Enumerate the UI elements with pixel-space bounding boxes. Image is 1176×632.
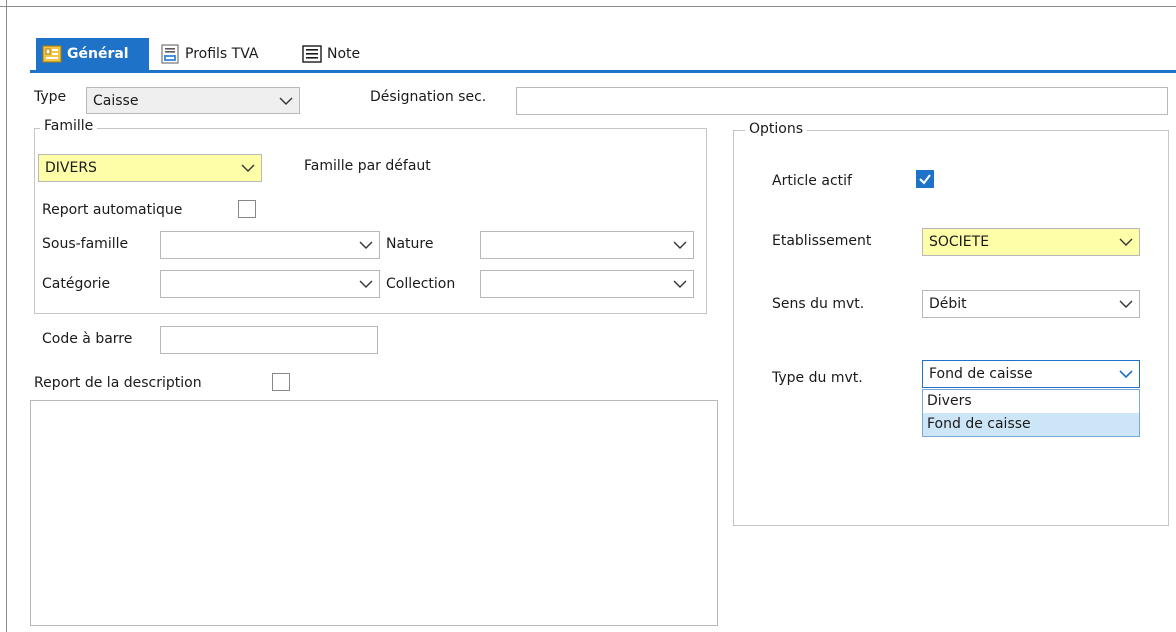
tab-bar: Général Profils TVA Note <box>30 38 1176 70</box>
sens-mvt-combobox[interactable]: Débit <box>922 290 1140 318</box>
collection-label: Collection <box>386 276 456 292</box>
type-combobox[interactable]: Caisse <box>86 87 300 114</box>
article-actif-checkbox[interactable] <box>916 170 934 188</box>
designation-label: Désignation sec. <box>370 89 487 105</box>
type-mvt-value: Fond de caisse <box>929 366 1033 382</box>
chevron-down-icon <box>353 232 379 258</box>
report-description-checkbox[interactable] <box>272 373 290 391</box>
options-group-title: Options <box>745 121 808 137</box>
chevron-down-icon <box>273 88 299 113</box>
tab-profils-tva-label: Profils TVA <box>185 46 259 62</box>
sous-famille-label: Sous-famille <box>42 236 129 252</box>
checkmark-icon <box>917 174 933 191</box>
chevron-down-icon <box>667 271 693 297</box>
type-mvt-label: Type du mvt. <box>772 370 863 386</box>
categorie-combobox[interactable] <box>160 270 380 298</box>
dropdown-option-divers[interactable]: Divers <box>923 390 1139 413</box>
type-mvt-dropdown-list: Divers Fond de caisse <box>922 389 1140 437</box>
chevron-down-icon <box>235 155 261 181</box>
designation-input[interactable] <box>516 87 1168 115</box>
tab-general-label: Général <box>67 46 129 62</box>
type-value: Caisse <box>93 92 139 109</box>
famille-par-defaut-label: Famille par défaut <box>304 158 431 174</box>
tab-note-label: Note <box>327 46 361 62</box>
report-description-label: Report de la description <box>34 375 202 391</box>
famille-group-title: Famille <box>40 118 98 134</box>
report-automatique-label: Report automatique <box>42 202 183 218</box>
description-textarea[interactable] <box>30 400 718 626</box>
options-group <box>733 130 1169 526</box>
tab-underline <box>30 70 1176 73</box>
chevron-down-icon <box>1113 361 1139 387</box>
tva-document-icon <box>160 44 180 64</box>
code-barre-input[interactable] <box>160 326 378 354</box>
report-automatique-checkbox[interactable] <box>238 200 256 218</box>
nature-combobox[interactable] <box>480 231 694 259</box>
sens-mvt-value: Débit <box>929 296 967 312</box>
etablissement-label: Etablissement <box>772 233 872 249</box>
tab-general[interactable]: Général <box>36 38 149 70</box>
window-top-border <box>0 6 1176 7</box>
dropdown-option-fond-de-caisse[interactable]: Fond de caisse <box>923 413 1139 436</box>
categorie-label: Catégorie <box>42 276 111 292</box>
chevron-down-icon <box>1113 291 1139 317</box>
type-mvt-combobox[interactable]: Fond de caisse <box>922 360 1140 388</box>
famille-value: DIVERS <box>45 160 97 176</box>
code-barre-label: Code à barre <box>42 331 133 347</box>
sens-mvt-label: Sens du mvt. <box>772 296 865 312</box>
chevron-down-icon <box>1113 229 1139 255</box>
etablissement-value: SOCIETE <box>929 234 990 250</box>
form-icon <box>42 44 62 64</box>
tab-note[interactable]: Note <box>296 38 374 70</box>
chevron-down-icon <box>667 232 693 258</box>
famille-combobox[interactable]: DIVERS <box>38 154 262 182</box>
chevron-down-icon <box>353 271 379 297</box>
note-icon <box>302 45 322 63</box>
nature-label: Nature <box>386 236 434 252</box>
collection-combobox[interactable] <box>480 270 694 298</box>
etablissement-combobox[interactable]: SOCIETE <box>922 228 1140 256</box>
window-left-border <box>6 0 7 632</box>
article-actif-label: Article actif <box>772 173 852 189</box>
tab-profils-tva[interactable]: Profils TVA <box>154 38 282 70</box>
sous-famille-combobox[interactable] <box>160 231 380 259</box>
type-label: Type <box>34 89 67 105</box>
